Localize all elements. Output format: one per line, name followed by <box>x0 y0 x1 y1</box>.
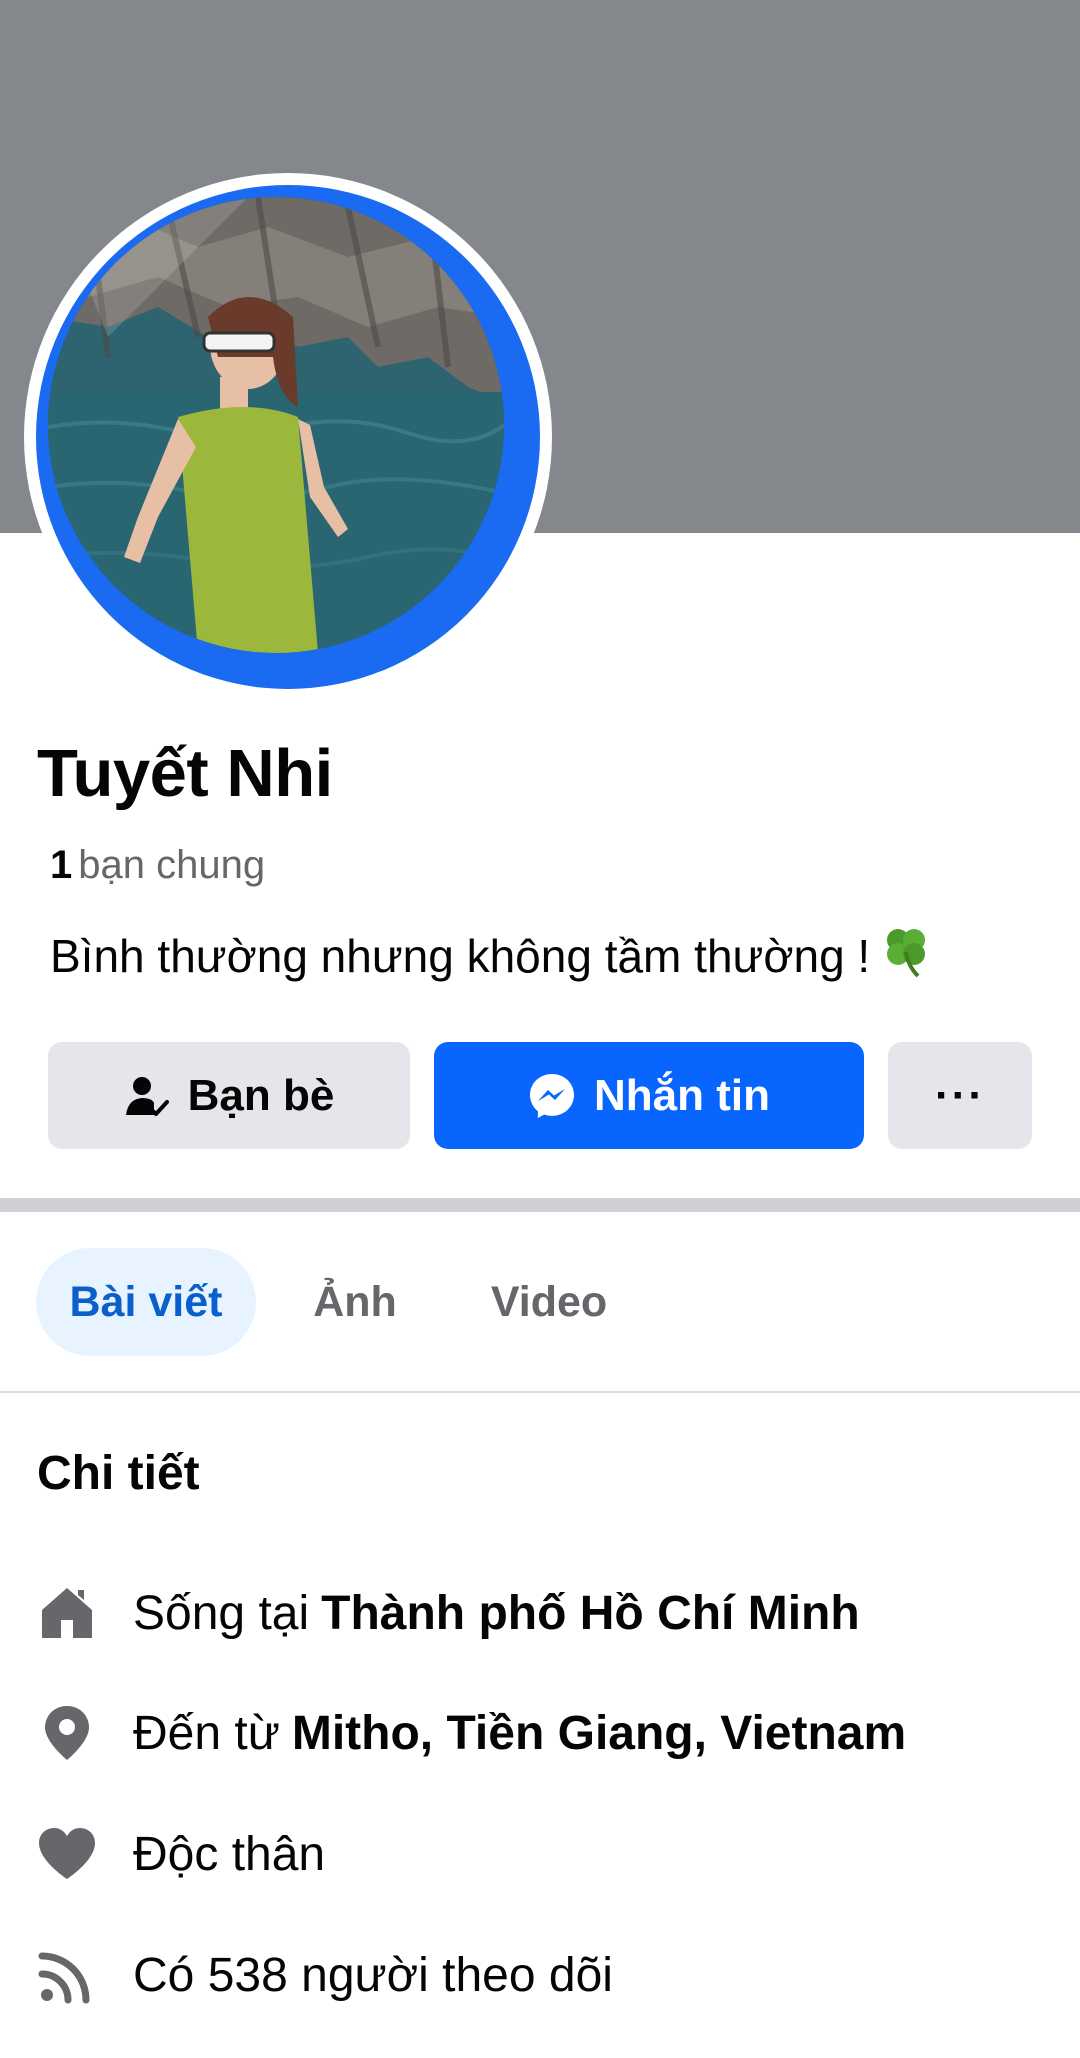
profile-avatar[interactable] <box>24 173 552 701</box>
more-options-button[interactable]: ··· <box>888 1042 1032 1149</box>
profile-bio: Bình thường nhưng không tầm thường ! <box>50 922 934 989</box>
rss-icon <box>37 1945 97 2005</box>
avatar-photo <box>48 197 504 653</box>
detail-from-prefix: Đến từ <box>133 1706 280 1760</box>
friends-button[interactable]: Bạn bè <box>48 1042 410 1149</box>
profile-tabs: Bài viết Ảnh Video <box>0 1248 1080 1356</box>
avatar-photo-image <box>48 197 504 653</box>
tab-photos[interactable]: Ảnh <box>300 1248 410 1356</box>
friends-button-label: Bạn bè <box>187 1070 335 1120</box>
detail-followers: Có 538 người theo dõi <box>37 1940 613 2010</box>
home-icon <box>37 1583 97 1643</box>
detail-lives-in: Sống tại Thành phố Hồ Chí Minh <box>37 1578 860 1648</box>
message-button-label: Nhắn tin <box>594 1070 770 1120</box>
heart-icon <box>37 1824 97 1884</box>
messenger-icon <box>528 1072 576 1120</box>
tab-video[interactable]: Video <box>476 1248 622 1356</box>
detail-from: Đến từ Mitho, Tiền Giang, Vietnam <box>37 1698 906 1768</box>
tabs-divider <box>0 1391 1080 1393</box>
profile-name: Tuyết Nhi <box>37 736 333 811</box>
detail-relationship: Độc thân <box>37 1819 325 1889</box>
more-icon: ··· <box>935 1070 985 1120</box>
friend-check-icon <box>124 1073 170 1119</box>
mutual-friends[interactable]: 1 bạn chung <box>50 843 265 888</box>
detail-followers-text[interactable]: Có 538 người theo dõi <box>133 1948 613 2003</box>
bio-text: Bình thường nhưng không tầm thường ! <box>50 929 871 982</box>
section-divider <box>0 1198 1080 1212</box>
detail-lives-in-value[interactable]: Thành phố Hồ Chí Minh <box>321 1586 860 1641</box>
location-pin-icon <box>37 1703 97 1763</box>
mutual-count: 1 <box>50 843 73 887</box>
detail-relationship-text: Độc thân <box>133 1827 326 1881</box>
mutual-label: bạn chung <box>78 843 266 887</box>
four-leaf-clover-icon <box>878 922 934 989</box>
detail-lives-in-prefix: Sống tại <box>133 1586 310 1640</box>
detail-from-value[interactable]: Mitho, Tiền Giang, Vietnam <box>292 1706 906 1761</box>
details-title: Chi tiết <box>37 1447 200 1500</box>
message-button[interactable]: Nhắn tin <box>434 1042 864 1149</box>
tab-posts[interactable]: Bài viết <box>36 1248 256 1356</box>
